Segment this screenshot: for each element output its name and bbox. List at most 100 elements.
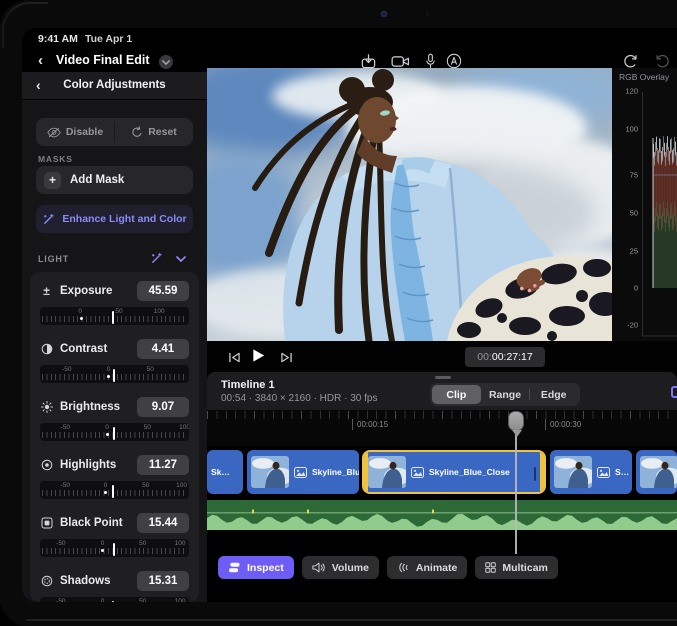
status-bar: 9:41 AM Tue Apr 1 bbox=[22, 28, 677, 48]
slider-value[interactable]: 45.59 bbox=[137, 281, 189, 301]
slider-contrast[interactable]: Contrast 4.41 -50050 bbox=[40, 338, 189, 396]
magic-wand-icon bbox=[42, 213, 55, 226]
transport-bar: 00:00:27:17 bbox=[207, 341, 677, 372]
clip-name: Sk… bbox=[211, 467, 230, 477]
video-preview[interactable] bbox=[207, 68, 612, 341]
light-collapse-chevron-down-icon[interactable] bbox=[176, 256, 186, 262]
slider-cursor[interactable] bbox=[113, 543, 115, 556]
clip-sk[interactable]: Sk… bbox=[207, 450, 243, 494]
eye-slash-icon bbox=[47, 127, 61, 138]
clip-trim-tick bbox=[534, 467, 536, 481]
ipad-device: 9:41 AM Tue Apr 1 ‹ Video Final Edit bbox=[0, 0, 677, 626]
ruler-ticks bbox=[207, 411, 677, 419]
clip-skyline-blue-wide[interactable]: Skyline_Blue_Wide bbox=[247, 450, 359, 494]
slider-ruler[interactable]: -50050100 bbox=[40, 539, 189, 557]
project-title[interactable]: Video Final Edit bbox=[56, 53, 150, 67]
contrast-icon bbox=[40, 343, 53, 355]
inspect-button[interactable]: Inspect bbox=[218, 556, 294, 579]
slider-cursor[interactable] bbox=[112, 485, 114, 498]
status-date: Tue Apr 1 bbox=[85, 33, 132, 45]
slider-black-point[interactable]: Black Point 15.44 -50050100 bbox=[40, 512, 189, 570]
timeline-ruler[interactable]: 00:00:1500:00:30 bbox=[207, 410, 677, 446]
slider-ruler[interactable]: -50050100 bbox=[40, 481, 189, 499]
inspector-header: ‹ Color Adjustments bbox=[22, 72, 207, 100]
light-section-label: LIGHT bbox=[38, 254, 69, 264]
light-magic-wand-icon[interactable] bbox=[150, 252, 163, 265]
mode-range[interactable]: Range bbox=[481, 385, 530, 404]
slider-brightness[interactable]: Brightness 9.07 -50050100 bbox=[40, 396, 189, 454]
photo-icon bbox=[411, 467, 424, 478]
slider-cursor[interactable] bbox=[113, 369, 115, 382]
slider-highlights[interactable]: Highlights 11.27 -50050100 bbox=[40, 454, 189, 512]
slider-value[interactable]: 9.07 bbox=[137, 397, 189, 417]
slider-exposure[interactable]: ±Exposure45.59050100 bbox=[40, 280, 189, 338]
slider-ruler[interactable]: 050100 bbox=[40, 307, 189, 325]
inspector-title: Color Adjustments bbox=[22, 79, 207, 91]
ruler-timecode-label: 00:00:15 bbox=[352, 419, 388, 430]
enhance-light-color-button[interactable]: Enhance Light and Color bbox=[36, 205, 193, 233]
animate-button[interactable]: Animate bbox=[387, 556, 467, 579]
slider-value[interactable]: 4.41 bbox=[137, 339, 189, 359]
timecode-display: 00:00:27:17 bbox=[465, 347, 545, 367]
timeline-name: Timeline 1 bbox=[221, 379, 275, 391]
back-chevron-icon[interactable]: ‹ bbox=[38, 52, 43, 69]
play-icon[interactable] bbox=[249, 347, 267, 363]
multicam-icon bbox=[485, 562, 496, 573]
slider-label: Brightness bbox=[60, 401, 130, 413]
masks-section-label: MASKS bbox=[38, 154, 73, 164]
slider-value[interactable]: 15.31 bbox=[137, 571, 189, 591]
clip-s[interactable]: S… bbox=[550, 450, 632, 494]
audio-track[interactable] bbox=[207, 500, 677, 530]
tool-label: Multicam bbox=[502, 562, 548, 574]
add-mask-button[interactable]: + Add Mask bbox=[36, 166, 193, 194]
inspect-icon bbox=[228, 562, 241, 573]
animate-icon bbox=[397, 562, 410, 573]
timeline-drag-handle[interactable] bbox=[435, 376, 451, 379]
slider-value[interactable]: 15.44 bbox=[137, 513, 189, 533]
status-time: 9:41 AM bbox=[38, 33, 78, 45]
slider-value[interactable]: 11.27 bbox=[137, 455, 189, 475]
clip-name: Skyline_Blue_Close bbox=[429, 467, 510, 477]
rgb-overlay-scope: RGB Overlay 1201007550250-20 bbox=[612, 68, 677, 345]
mode-edge[interactable]: Edge bbox=[529, 385, 578, 404]
slider-shadows[interactable]: Shadows15.31-50050100 bbox=[40, 570, 189, 602]
slider-ruler[interactable]: -50050 bbox=[40, 365, 189, 383]
slider-cursor[interactable] bbox=[112, 601, 114, 602]
edit-mode-segmented-control: ClipRangeEdge bbox=[430, 383, 580, 406]
clip-name: S… bbox=[615, 467, 629, 477]
title-menu-chevron-down-icon[interactable] bbox=[159, 55, 173, 69]
playhead-handle[interactable] bbox=[508, 411, 524, 431]
clips-track: Sk… Skyline_Blue_Wide Skyline_Blue_Close S… bbox=[207, 450, 677, 494]
reset-icon bbox=[131, 126, 143, 138]
volume-icon bbox=[312, 562, 326, 573]
slider-label: Exposure bbox=[60, 285, 130, 297]
slider-ruler[interactable]: -50050100 bbox=[40, 423, 189, 441]
clip-thumbnail bbox=[251, 456, 289, 488]
timeline-overview-icon[interactable] bbox=[671, 386, 677, 398]
slider-label: Contrast bbox=[60, 343, 130, 355]
clip-skyline-blue-close[interactable]: Skyline_Blue_Close bbox=[362, 450, 546, 494]
screen: 9:41 AM Tue Apr 1 ‹ Video Final Edit bbox=[22, 28, 677, 602]
skip-back-icon[interactable] bbox=[225, 349, 243, 365]
tool-label: Inspect bbox=[247, 562, 284, 574]
slider-cursor[interactable] bbox=[112, 311, 114, 324]
slider-label: Black Point bbox=[60, 517, 130, 529]
plus-icon: + bbox=[44, 172, 61, 189]
front-camera bbox=[381, 11, 387, 17]
volume-button[interactable]: Volume bbox=[302, 556, 379, 579]
slider-default-dot bbox=[106, 433, 109, 436]
timeline-header: Timeline 1 00:54 · 3840 × 2160 · HDR · 3… bbox=[207, 372, 677, 410]
tool-label: Animate bbox=[416, 562, 457, 574]
timeline-meta: 00:54 · 3840 × 2160 · HDR · 30 fps bbox=[221, 393, 377, 404]
clip-partial[interactable] bbox=[636, 450, 677, 494]
color-adjustments-panel: ‹ Color Adjustments Disable Reset MASKS bbox=[22, 72, 207, 602]
reset-button[interactable]: Reset bbox=[115, 118, 193, 146]
slider-label: Highlights bbox=[60, 459, 130, 471]
slider-ruler[interactable]: -50050100 bbox=[40, 597, 189, 602]
disable-button[interactable]: Disable bbox=[36, 118, 114, 146]
slider-cursor[interactable] bbox=[113, 427, 115, 440]
multicam-button[interactable]: Multicam bbox=[475, 556, 558, 579]
skip-forward-icon[interactable] bbox=[277, 349, 295, 365]
light-section-header[interactable]: LIGHT bbox=[22, 250, 207, 268]
mode-clip[interactable]: Clip bbox=[432, 385, 481, 404]
